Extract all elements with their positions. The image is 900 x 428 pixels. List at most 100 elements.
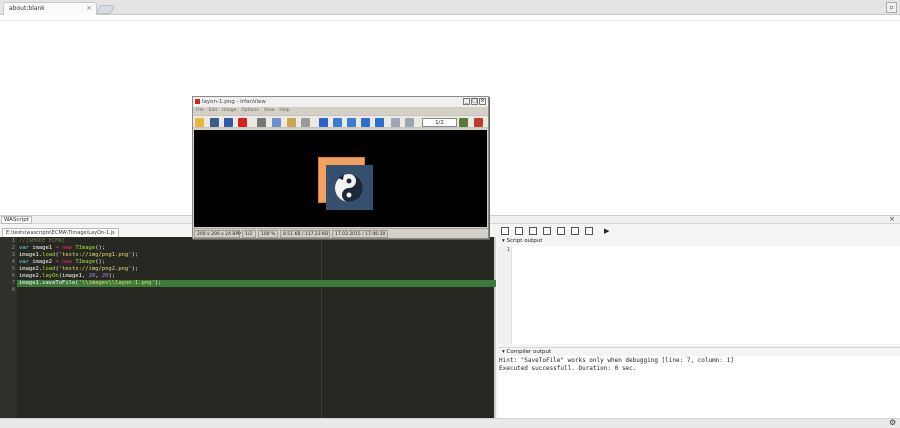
- exit-icon[interactable]: [474, 118, 483, 127]
- code-token: layOn: [42, 273, 59, 279]
- code-token: image2.: [19, 273, 43, 279]
- code-line: image2.load('tests://img/png2.png');: [19, 266, 138, 272]
- menu-help[interactable]: Help: [279, 108, 289, 113]
- toolbar-button[interactable]: [557, 227, 565, 235]
- irfanview-title-bar[interactable]: layon-1.png - IrfanView _ □ ×: [193, 97, 488, 107]
- next-icon[interactable]: [375, 118, 384, 127]
- menu-options[interactable]: Options: [241, 108, 258, 113]
- code-line: var image1 = new TImage();: [19, 245, 105, 251]
- toolbar-button[interactable]: [571, 227, 579, 235]
- code-token: TImage: [75, 245, 96, 251]
- menu-file[interactable]: File: [196, 108, 204, 113]
- code-token: load: [42, 266, 56, 272]
- delete-icon[interactable]: [238, 118, 247, 127]
- copy-icon[interactable]: [272, 118, 281, 127]
- first-page-icon[interactable]: [391, 118, 400, 127]
- cut-icon[interactable]: [257, 118, 266, 127]
- last-page-icon[interactable]: [405, 118, 414, 127]
- script-output-header[interactable]: ▾ Script output: [498, 237, 900, 246]
- toolbar-button[interactable]: [543, 227, 551, 235]
- toolbar-button[interactable]: [529, 227, 537, 235]
- minimize-button[interactable]: _: [463, 98, 470, 105]
- previous-icon[interactable]: [361, 118, 370, 127]
- zoom-in-icon[interactable]: [333, 118, 342, 127]
- status-timestamp: 17.03.2015 / 17:46:30: [332, 230, 388, 238]
- info-icon[interactable]: [319, 118, 328, 127]
- code-line: image2.layOn(image1, 20, 20);: [19, 273, 115, 279]
- code-token: );: [131, 252, 139, 258]
- open-folder-icon[interactable]: [195, 118, 204, 127]
- line-number: 8: [11, 287, 15, 293]
- status-file-size: 8.51 KB / 117.23 KB: [280, 230, 330, 238]
- browser-tab-strip: about:blank × ▫: [0, 0, 900, 15]
- toolbar-button[interactable]: [501, 227, 509, 235]
- compiler-output-line: Executed successfull. Duration: 0 sec.: [499, 365, 637, 372]
- code-token: ();: [95, 245, 106, 251]
- close-button[interactable]: ×: [479, 98, 486, 105]
- code-line: image1.saveToFile('\\images\\layon-1.png…: [19, 280, 161, 286]
- code-token: new: [62, 259, 72, 265]
- divider: [0, 20, 900, 21]
- output-toolbar: [498, 225, 900, 237]
- script-output-line-number: 1: [506, 247, 510, 253]
- status-zoom: 100 %: [258, 230, 278, 238]
- code-editor[interactable]: 1 //{$MODE ECMA} 2 var image1 = new TImage(…: [0, 237, 496, 418]
- editor-file-tab[interactable]: E:\tests\wascripts\ECMA\TImage\LayOn-1.j…: [2, 228, 119, 237]
- code-token: new: [62, 245, 72, 251]
- irfanview-menu-bar: File Edit Image Options View Help: [193, 107, 488, 114]
- compiler-output-header[interactable]: ▾ Compiler output: [498, 347, 900, 356]
- status-page: 1/2: [242, 230, 256, 238]
- window-control-button[interactable]: ▫: [886, 2, 897, 13]
- new-tab-button[interactable]: [96, 5, 115, 14]
- status-bar: [0, 418, 900, 428]
- code-token: image1.saveToFile(: [19, 280, 79, 286]
- code-token: );: [108, 273, 116, 279]
- image-canvas[interactable]: [194, 130, 487, 227]
- code-token: (image1,: [58, 273, 89, 279]
- editor-print-margin: [321, 237, 322, 418]
- undo-icon[interactable]: [301, 118, 310, 127]
- code-token: image2.: [19, 266, 43, 272]
- tab-close-icon[interactable]: ×: [86, 4, 92, 12]
- code-token: var: [19, 259, 29, 265]
- irfanview-title: layon-1.png - IrfanView: [202, 99, 266, 105]
- compiler-output-line: Hint: "SaveToFile" works only when debug…: [499, 357, 734, 364]
- slideshow-icon[interactable]: [210, 118, 219, 127]
- code-token: load: [42, 252, 56, 258]
- irfanview-window[interactable]: layon-1.png - IrfanView _ □ × File Edit Im…: [192, 96, 489, 239]
- browser-tab-title: about:blank: [9, 5, 45, 12]
- layered-image-top: [326, 165, 373, 210]
- save-icon[interactable]: [224, 118, 233, 127]
- line-number: 3: [11, 252, 15, 258]
- line-number: 2: [11, 245, 15, 251]
- compiler-output-title: Compiler output: [506, 349, 552, 355]
- line-number: 6: [11, 273, 15, 279]
- paste-icon[interactable]: [287, 118, 296, 127]
- line-number: 7: [11, 280, 15, 286]
- toolbar-button[interactable]: [515, 227, 523, 235]
- code-token: TImage: [75, 259, 96, 265]
- script-output-area[interactable]: [498, 246, 900, 344]
- status-dimensions: 200 x 200 x 24 BPP: [194, 230, 241, 238]
- zoom-out-icon[interactable]: [347, 118, 356, 127]
- toolbar-button[interactable]: [585, 227, 593, 235]
- code-token: 'tests://img/png1.png': [58, 252, 132, 258]
- code-token: );: [131, 266, 139, 272]
- menu-image[interactable]: Image: [222, 108, 236, 113]
- run-script-icon[interactable]: ▶: [604, 227, 609, 235]
- settings-icon[interactable]: [459, 118, 468, 127]
- page-indicator[interactable]: 1/2: [422, 118, 457, 127]
- code-token: var: [19, 245, 29, 251]
- browser-tab[interactable]: about:blank ×: [3, 2, 97, 15]
- wascript-panel-title[interactable]: WAScript: [1, 216, 32, 224]
- collapse-icon[interactable]: ▾: [502, 238, 505, 244]
- collapse-icon[interactable]: ▾: [502, 349, 505, 355]
- irfanview-app-icon: [194, 98, 201, 105]
- panel-close-icon[interactable]: ×: [889, 215, 895, 223]
- code-token: );: [154, 280, 162, 286]
- menu-edit[interactable]: Edit: [209, 108, 218, 113]
- maximize-button[interactable]: □: [471, 98, 478, 105]
- code-token: '\\images\\layon-1.png': [78, 280, 155, 286]
- menu-view[interactable]: View: [264, 108, 275, 113]
- gear-icon[interactable]: ⚙: [889, 418, 896, 427]
